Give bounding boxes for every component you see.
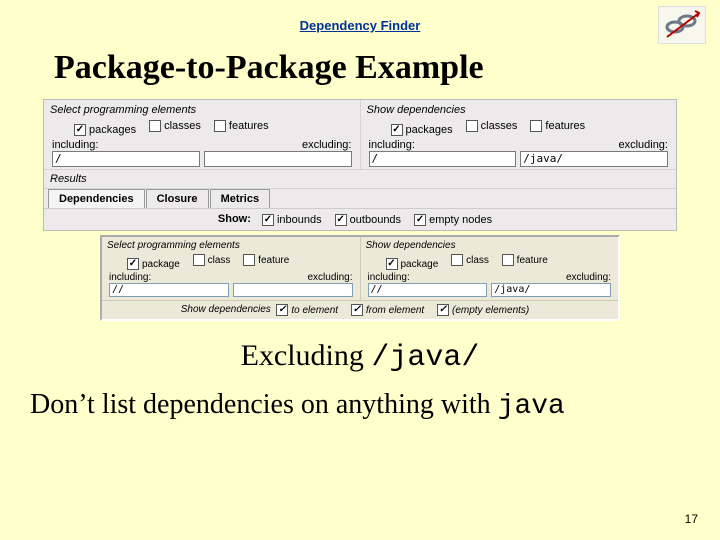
p1-outbounds-label: outbounds [350,214,401,226]
p1-emptynodes-checkbox[interactable]: empty nodes [414,214,492,226]
p1-right-excluding-input[interactable]: /java/ [520,151,668,167]
p1-left-including-label: including: [52,139,98,151]
p2-right-including-input[interactable]: // [368,283,488,297]
p1-right-packages-checkbox[interactable]: packages [391,124,453,136]
p2-left-package-checkbox[interactable]: package [127,258,180,270]
p1-emptynodes-label: empty nodes [429,214,492,226]
p2-right-excluding-label: excluding: [566,272,611,283]
p1-right-classes-checkbox[interactable]: classes [466,120,518,132]
p2-fromelement-checkbox[interactable]: from element [351,304,424,316]
p2-left-including-input[interactable]: // [109,283,229,297]
p1-show-line: Show: inbounds outbounds empty nodes [44,208,676,230]
p1-left-features-label: features [229,120,269,132]
p1-outbounds-checkbox[interactable]: outbounds [335,214,401,226]
p2-left-including-label: including: [109,272,151,283]
p1-right-including-input[interactable]: / [369,151,517,167]
p1-right-classes-label: classes [481,120,518,132]
p2-right-class-checkbox[interactable]: class [451,254,489,266]
p2-left-section: Select programming elements [107,240,355,251]
p1-left-packages-checkbox[interactable]: packages [74,124,136,136]
subtitle-mono: /java/ [371,341,479,375]
p2-toelement-label: to element [291,305,338,316]
p2-right-package-checkbox[interactable]: package [386,258,439,270]
p2-emptyelements-checkbox[interactable]: (empty elements) [437,304,529,316]
p1-left-features-checkbox[interactable]: features [214,120,269,132]
p2-left-class-label: class [208,255,231,266]
filter-panel-modern: Select programming elements packages cla… [43,99,677,231]
p1-right-features-label: features [545,120,585,132]
body-mono: java [498,391,565,422]
p1-left-excluding-label: excluding: [302,139,352,151]
p2-left-class-checkbox[interactable]: class [193,254,231,266]
p1-left-classes-label: classes [164,120,201,132]
slide-title: Package-to-Package Example [0,33,720,99]
page-number: 17 [685,512,698,526]
p1-tabs: Dependencies Closure Metrics [44,188,676,208]
p1-right-including-label: including: [369,139,415,151]
body-pre: Don’t list dependencies on anything with [30,389,498,420]
p1-left-section: Select programming elements [50,104,354,116]
subtitle: Excluding /java/ [0,339,720,375]
p1-left-packages-label: packages [89,124,136,136]
p2-right-feature-label: feature [517,255,548,266]
p1-show-label: Show: [218,213,251,225]
p2-toelement-checkbox[interactable]: to element [276,304,338,316]
chain-icon [661,9,703,41]
p1-left-excluding-input[interactable] [204,151,352,167]
p1-right-section: Show dependencies [367,104,671,116]
p2-right-package-label: package [401,259,439,270]
p1-results-label: Results [44,169,676,188]
p1-left-classes-checkbox[interactable]: classes [149,120,201,132]
p2-left-excluding-input[interactable] [233,283,353,297]
body-text: Don’t list dependencies on anything with… [0,375,720,422]
p1-left-including-input[interactable]: / [52,151,200,167]
p1-inbounds-label: inbounds [277,214,322,226]
p2-left-excluding-label: excluding: [307,272,352,283]
header-link[interactable]: Dependency Finder [0,0,720,33]
logo [658,6,706,44]
p1-inbounds-checkbox[interactable]: inbounds [262,214,322,226]
p1-tab-dependencies[interactable]: Dependencies [48,189,145,208]
p1-right-features-checkbox[interactable]: features [530,120,585,132]
filter-panel-classic: Select programming elements package clas… [100,235,620,321]
p2-right-including-label: including: [368,272,410,283]
p1-tab-metrics[interactable]: Metrics [210,189,271,208]
p2-emptyelements-label: (empty elements) [452,305,529,316]
p2-left-package-label: package [142,259,180,270]
p2-right-excluding-input[interactable]: /java/ [491,283,611,297]
p1-tab-closure[interactable]: Closure [146,189,209,208]
p2-show-line: Show dependencies to element from elemen… [102,300,618,319]
p2-show-label: Show dependencies [181,304,271,315]
p2-left-feature-checkbox[interactable]: feature [243,254,289,266]
p1-right-packages-label: packages [406,124,453,136]
p2-right-section: Show dependencies [366,240,614,251]
p2-fromelement-label: from element [366,305,424,316]
p2-right-feature-checkbox[interactable]: feature [502,254,548,266]
p2-right-class-label: class [466,255,489,266]
p1-right-excluding-label: excluding: [618,139,668,151]
p2-left-feature-label: feature [258,255,289,266]
subtitle-pre: Excluding [241,339,372,372]
